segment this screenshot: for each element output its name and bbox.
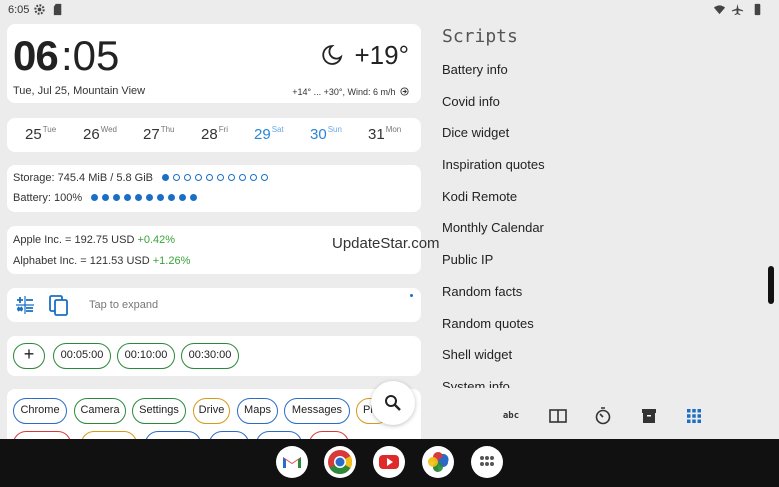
clock-hours: 06: [13, 32, 59, 79]
chrome-app-icon[interactable]: [324, 446, 356, 478]
notes-indicator-dot: [410, 294, 413, 297]
script-item[interactable]: Dice widget: [442, 120, 762, 152]
stock-row: Apple Inc. = 192.75 USD +0.42%: [13, 234, 175, 246]
watermark: UpdateStar.com: [332, 235, 440, 252]
gmail-app-icon[interactable]: [276, 446, 308, 478]
script-item[interactable]: System info: [442, 374, 762, 388]
battery-icon: [754, 3, 761, 16]
sim-card-icon: [53, 3, 62, 16]
youtube-app-icon[interactable]: [373, 446, 405, 478]
photos-app-icon[interactable]: [422, 446, 454, 478]
airplane-mode-icon: [731, 3, 744, 16]
timer-tab-icon[interactable]: [592, 405, 614, 427]
clipboard-icon[interactable]: [49, 294, 69, 316]
plus-icon: +: [23, 344, 35, 364]
apps-grid-tab-icon[interactable]: [683, 405, 705, 427]
timer-button[interactable]: 00:10:00: [117, 343, 175, 369]
script-item[interactable]: Random facts: [442, 279, 762, 311]
notes-placeholder[interactable]: Tap to expand: [89, 299, 158, 311]
timer-button[interactable]: 00:30:00: [181, 343, 239, 369]
script-item[interactable]: Battery info: [442, 57, 762, 89]
week-calendar-widget[interactable]: 25Tue 26Wed 27Thu 28Fri 29Sat 30Sun 31Mo…: [7, 118, 421, 152]
timer-button[interactable]: 00:05:00: [53, 343, 111, 369]
date-location: Tue, Jul 25, Mountain View: [13, 85, 146, 97]
wind-direction-icon: [400, 87, 409, 96]
stock-row: Alphabet Inc. = 121.53 USD +1.26%: [13, 255, 190, 267]
taskbar: [0, 439, 779, 487]
timer-widget[interactable]: + 00:05:00 00:10:00 00:30:00: [7, 336, 421, 376]
battery-level-dots: [91, 192, 201, 204]
search-button[interactable]: [371, 381, 415, 425]
temperature: +19°: [354, 40, 409, 70]
script-item[interactable]: Random quotes: [442, 311, 762, 343]
script-item[interactable]: Monthly Calendar: [442, 215, 762, 247]
status-bar: 6:05: [0, 0, 779, 22]
weather-detail: +14° ... +30°, Wind: 6 m/h: [292, 87, 409, 97]
notes-widget[interactable]: Tap to expand: [7, 288, 421, 322]
stock-label: Apple Inc. = 192.75 USD: [13, 234, 135, 246]
moon-cloud-weather-icon: [322, 45, 343, 65]
weather-detail-text: +14° ... +30°, Wind: 6 m/h: [292, 87, 396, 97]
storage-level-dots: [162, 172, 272, 184]
status-time: 6:05: [8, 4, 30, 16]
calendar-day[interactable]: 28Fri: [201, 125, 228, 143]
text-tab-icon[interactable]: abc: [500, 405, 522, 427]
app-drawer-icon[interactable]: [471, 446, 503, 478]
calendar-day[interactable]: 31Mon: [368, 125, 401, 143]
clock-minutes: :05: [61, 32, 120, 79]
scripts-scrollbar[interactable]: [768, 266, 774, 304]
stock-change: +0.42%: [137, 234, 176, 246]
clock-weather-widget[interactable]: 06 :05 Tue, Jul 25, Mountain View +19° +…: [7, 24, 421, 103]
script-item[interactable]: Shell widget: [442, 342, 762, 374]
app-button-settings[interactable]: Settings: [132, 398, 186, 424]
app-button-drive[interactable]: Drive: [193, 398, 230, 424]
wifi-icon: [713, 5, 726, 15]
app-button-maps[interactable]: Maps: [237, 398, 278, 424]
search-icon: [385, 395, 401, 411]
battery-label: Battery: 100%: [13, 192, 83, 204]
script-item[interactable]: Public IP: [442, 247, 762, 279]
script-item[interactable]: Kodi Remote: [442, 184, 762, 216]
stock-label: Alphabet Inc. = 121.53 USD: [13, 255, 150, 267]
calendar-day[interactable]: 26Wed: [83, 125, 117, 143]
battery-row: Battery: 100%: [13, 192, 201, 204]
scripts-list[interactable]: Battery info Covid info Dice widget Insp…: [442, 57, 762, 388]
scripts-title: Scripts: [442, 26, 518, 47]
stock-change: +1.26%: [152, 255, 191, 267]
calendar-day[interactable]: 27Thu: [143, 125, 174, 143]
storage-label: Storage: 745.4 MiB / 5.8 GiB: [13, 172, 154, 184]
app-button-camera[interactable]: Camera: [74, 398, 126, 424]
script-item[interactable]: Inspiration quotes: [442, 152, 762, 184]
app-button-messages[interactable]: Messages: [284, 398, 350, 424]
split-screen-tab-icon[interactable]: [547, 405, 569, 427]
script-item[interactable]: Covid info: [442, 89, 762, 121]
calendar-day-weekend[interactable]: 29Sat: [254, 125, 284, 143]
calendar-day[interactable]: 25Tue: [25, 125, 56, 143]
calendar-day-weekend[interactable]: 30Sun: [310, 125, 342, 143]
storage-row: Storage: 745.4 MiB / 5.8 GiB: [13, 172, 272, 184]
system-info-widget[interactable]: Storage: 745.4 MiB / 5.8 GiB Battery: 10…: [7, 165, 421, 212]
archive-tab-icon[interactable]: [638, 405, 660, 427]
settings-gear-icon: [34, 4, 45, 15]
calculator-icon[interactable]: [15, 295, 35, 315]
app-button-chrome[interactable]: Chrome: [13, 398, 67, 424]
add-timer-button[interactable]: +: [13, 343, 45, 369]
